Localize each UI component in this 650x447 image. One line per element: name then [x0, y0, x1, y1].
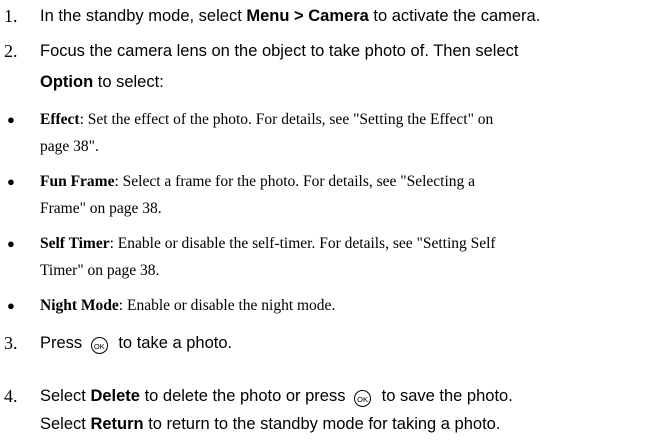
step-4-number: 4.	[4, 386, 18, 406]
option-self-timer-line-2: Timer" on page 38.	[40, 262, 160, 279]
bullet-icon: ●	[7, 112, 15, 127]
option-fun-frame-line-1: Fun Frame: Select a frame for the photo.…	[40, 173, 476, 190]
ok-key-icon: OK	[354, 390, 372, 407]
delete-label: Delete	[90, 387, 140, 405]
step-2-number: 2.	[4, 41, 18, 61]
option-self-timer-line-1: Self Timer: Enable or disable the self-t…	[40, 235, 496, 252]
bullet-icon: ●	[7, 298, 15, 313]
option-fun-frame-term: Fun Frame	[40, 173, 115, 190]
menu-path: Menu > Camera	[246, 7, 369, 25]
ok-key-icon: OK	[90, 337, 108, 354]
option-label: Option	[40, 73, 94, 91]
step-3-number: 3.	[4, 333, 18, 353]
return-label: Return	[90, 415, 144, 433]
option-night-mode-term: Night Mode	[40, 297, 119, 314]
bullet-icon: ●	[7, 236, 15, 251]
step-2-line-1: Focus the camera lens on the object to t…	[40, 42, 519, 60]
step-3-text: Press OK to take a photo.	[40, 334, 233, 354]
option-effect-term: Effect	[40, 111, 80, 128]
option-night-mode-line-1: Night Mode: Enable or disable the night …	[40, 297, 336, 314]
bullet-icon: ●	[7, 174, 15, 189]
option-effect-line-1: Effect: Set the effect of the photo. For…	[40, 111, 494, 128]
step-1-text: In the standby mode, select Menu > Camer…	[40, 7, 541, 25]
step-4-line-1: Select Delete to delete the photo or pre…	[40, 387, 513, 407]
option-self-timer-term: Self Timer	[40, 235, 110, 252]
step-4-line-2: Select Return to return to the standby m…	[40, 415, 501, 433]
step-1-number: 1.	[4, 6, 18, 26]
option-fun-frame-line-2: Frame" on page 38.	[40, 200, 162, 217]
option-effect-line-2: page 38".	[40, 138, 99, 155]
step-2-line-2: Option to select:	[40, 73, 164, 91]
